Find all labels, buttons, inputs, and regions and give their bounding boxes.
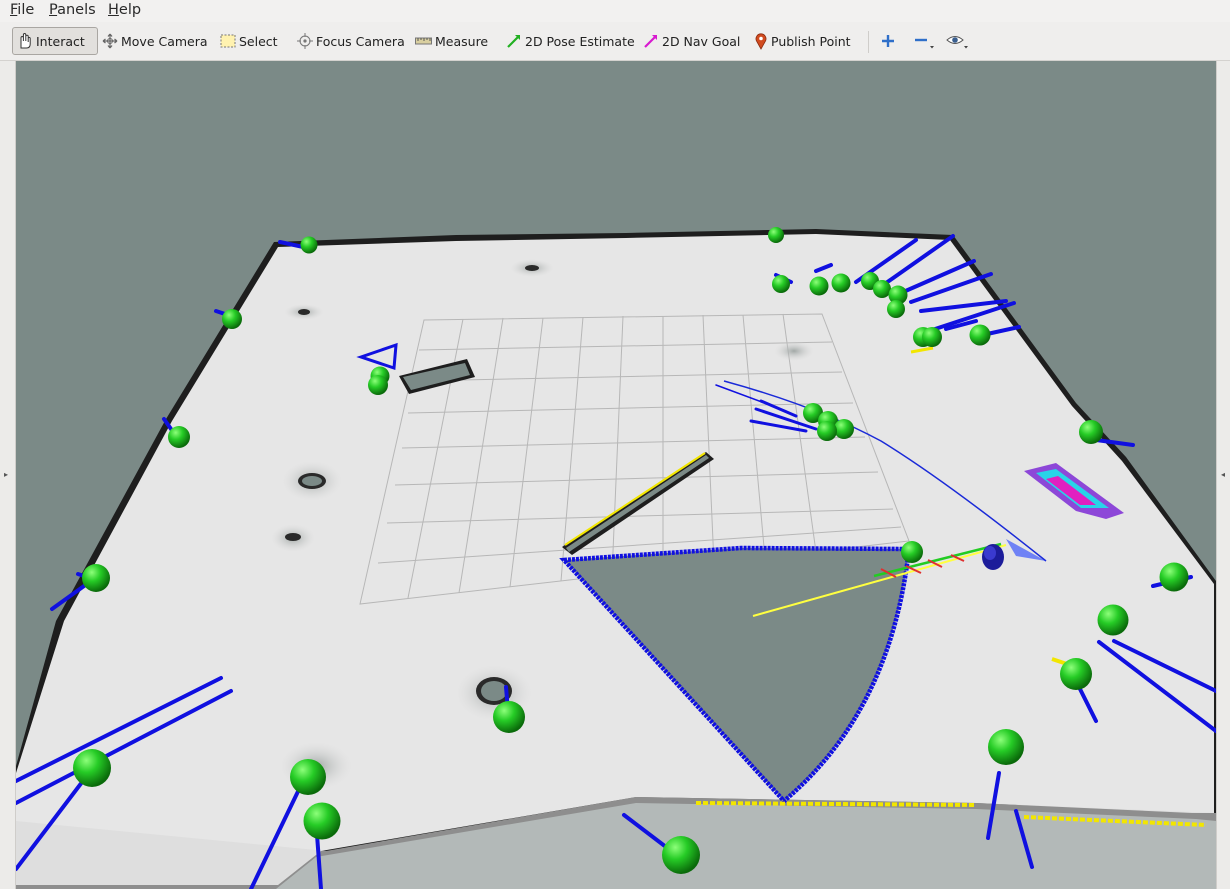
select-label: Select xyxy=(239,33,278,49)
marker-sphere xyxy=(809,276,829,296)
menu-file[interactable]: File xyxy=(10,2,34,18)
map-scene[interactable] xyxy=(16,61,1216,889)
marker-sphere xyxy=(922,327,942,347)
tool-bar: Interact Move Camera Select Focus Camera… xyxy=(0,22,1230,61)
expand-right-arrow-icon[interactable]: ◂ xyxy=(1221,470,1225,479)
pose-estimate-tool-button[interactable]: 2D Pose Estimate xyxy=(506,27,635,55)
robot-model xyxy=(982,544,1004,570)
marker-sphere xyxy=(768,227,784,243)
right-panel-collapsed[interactable]: ◂ xyxy=(1216,61,1230,889)
marker-sphere xyxy=(1060,658,1092,690)
marker-sphere xyxy=(493,701,525,733)
marker-sphere xyxy=(1159,562,1189,592)
green-arrow-icon xyxy=(507,35,520,48)
marker-sphere xyxy=(662,836,700,874)
map-pin-icon xyxy=(755,33,767,50)
marker-sphere xyxy=(82,564,110,592)
marker-sphere xyxy=(1097,604,1129,636)
expand-left-arrow-icon[interactable]: ▸ xyxy=(4,470,8,479)
3d-render-viewport[interactable] xyxy=(16,61,1216,889)
select-tool-button[interactable]: Select xyxy=(220,27,278,55)
menu-panels[interactable]: Panels xyxy=(49,2,96,18)
remove-tool-button[interactable] xyxy=(913,27,940,55)
ruler-icon xyxy=(415,37,432,45)
marker-sphere xyxy=(73,749,111,787)
publish-point-label: Publish Point xyxy=(771,33,851,49)
menu-bar: File Panels Help xyxy=(0,0,1230,22)
pose-estimate-label: 2D Pose Estimate xyxy=(525,33,635,49)
marker-sphere xyxy=(988,729,1024,765)
marker-sphere xyxy=(817,421,837,441)
marker-sphere xyxy=(368,375,388,395)
marker-sphere xyxy=(1079,420,1103,444)
menu-help[interactable]: Help xyxy=(108,2,141,18)
marker-sphere xyxy=(873,280,891,298)
interact-tool-button[interactable]: Interact xyxy=(12,27,98,55)
marker-sphere xyxy=(887,300,905,318)
marker-sphere xyxy=(834,419,854,439)
marker-sphere xyxy=(168,426,190,448)
toolbar-separator xyxy=(868,31,869,53)
marker-sphere xyxy=(969,324,991,346)
magenta-arrow-icon xyxy=(644,35,657,48)
focus-camera-tool-button[interactable]: Focus Camera xyxy=(297,27,405,55)
eye-icon xyxy=(946,36,968,49)
measure-label: Measure xyxy=(435,33,489,49)
hand-pointer-icon xyxy=(20,32,31,49)
add-tool-button[interactable] xyxy=(880,27,899,55)
marker-sphere xyxy=(901,541,923,563)
focus-target-icon xyxy=(297,33,313,49)
measure-tool-button[interactable]: Measure xyxy=(415,27,488,55)
marker-sphere xyxy=(222,309,242,329)
move-camera-tool-button[interactable]: Move Camera xyxy=(102,27,208,55)
move-arrows-icon xyxy=(102,33,118,49)
nav-goal-tool-button[interactable]: 2D Nav Goal xyxy=(643,27,740,55)
move-camera-label: Move Camera xyxy=(121,33,208,49)
select-rectangle-icon xyxy=(220,34,236,48)
marker-sphere xyxy=(300,236,318,254)
marker-sphere xyxy=(290,759,326,795)
plus-icon xyxy=(882,35,894,47)
marker-sphere xyxy=(303,802,341,840)
marker-sphere xyxy=(831,273,851,293)
publish-point-tool-button[interactable]: Publish Point xyxy=(754,27,851,55)
nav-goal-label: 2D Nav Goal xyxy=(662,33,741,49)
view-tool-button[interactable] xyxy=(946,27,975,55)
marker-sphere xyxy=(772,275,790,293)
minus-icon xyxy=(915,38,934,49)
interact-label: Interact xyxy=(36,33,85,49)
left-panel-collapsed[interactable]: ▸ xyxy=(0,61,16,889)
focus-camera-label: Focus Camera xyxy=(316,33,405,49)
